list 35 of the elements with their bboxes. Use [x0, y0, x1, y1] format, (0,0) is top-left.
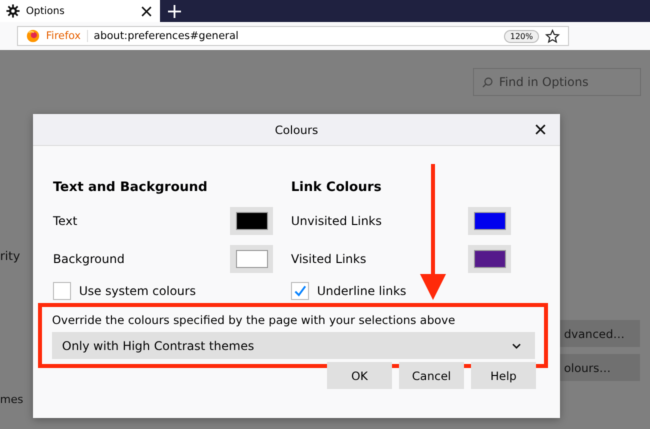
dialog-button[interactable]: OK — [327, 362, 392, 389]
section-heading: Text and Background — [53, 180, 208, 195]
checkbox-label: Use system colours — [79, 284, 196, 298]
colour-label: Background — [53, 252, 125, 266]
override-label: Override the colours specified by the page with your selections above — [52, 313, 456, 327]
browser-tab[interactable]: Options — [0, 0, 160, 22]
colour-picker-button[interactable] — [230, 207, 273, 235]
address-bar[interactable]: Firefox about:preferences#general 120% — [17, 26, 569, 46]
search-icon — [482, 77, 493, 88]
new-tab-icon[interactable] — [168, 4, 181, 18]
dialog-title: Colours — [274, 122, 318, 136]
star-icon[interactable] — [545, 28, 560, 44]
dialog-button[interactable]: Help — [471, 362, 536, 389]
close-icon[interactable] — [535, 124, 546, 135]
search-field[interactable]: Find in Options — [473, 68, 641, 96]
url-text: about:preferences#general — [94, 30, 240, 42]
zoom-badge[interactable]: 120% — [504, 30, 539, 42]
checkbox[interactable] — [53, 282, 71, 300]
partial-label: rity — [0, 249, 20, 263]
chevron-down-icon — [512, 342, 521, 348]
colour-label: Visited Links — [291, 252, 366, 266]
browser-logo-icon — [26, 29, 40, 43]
colour-label: Unvisited Links — [291, 214, 382, 228]
section-heading: Link Colours — [291, 180, 382, 195]
partial-label: mes — [0, 393, 24, 406]
close-icon[interactable] — [141, 6, 152, 16]
colour-label: Text — [53, 214, 78, 228]
checkbox-label: Underline links — [317, 284, 406, 298]
override-dropdown[interactable]: Only with High Contrast themes — [52, 332, 535, 359]
colour-picker-button[interactable] — [468, 207, 511, 235]
checkbox[interactable] — [291, 282, 309, 300]
gear-icon — [6, 4, 20, 18]
colour-picker-button[interactable] — [468, 245, 511, 273]
identity-label: Firefox — [46, 30, 88, 42]
dialog-button[interactable]: Cancel — [399, 362, 464, 389]
